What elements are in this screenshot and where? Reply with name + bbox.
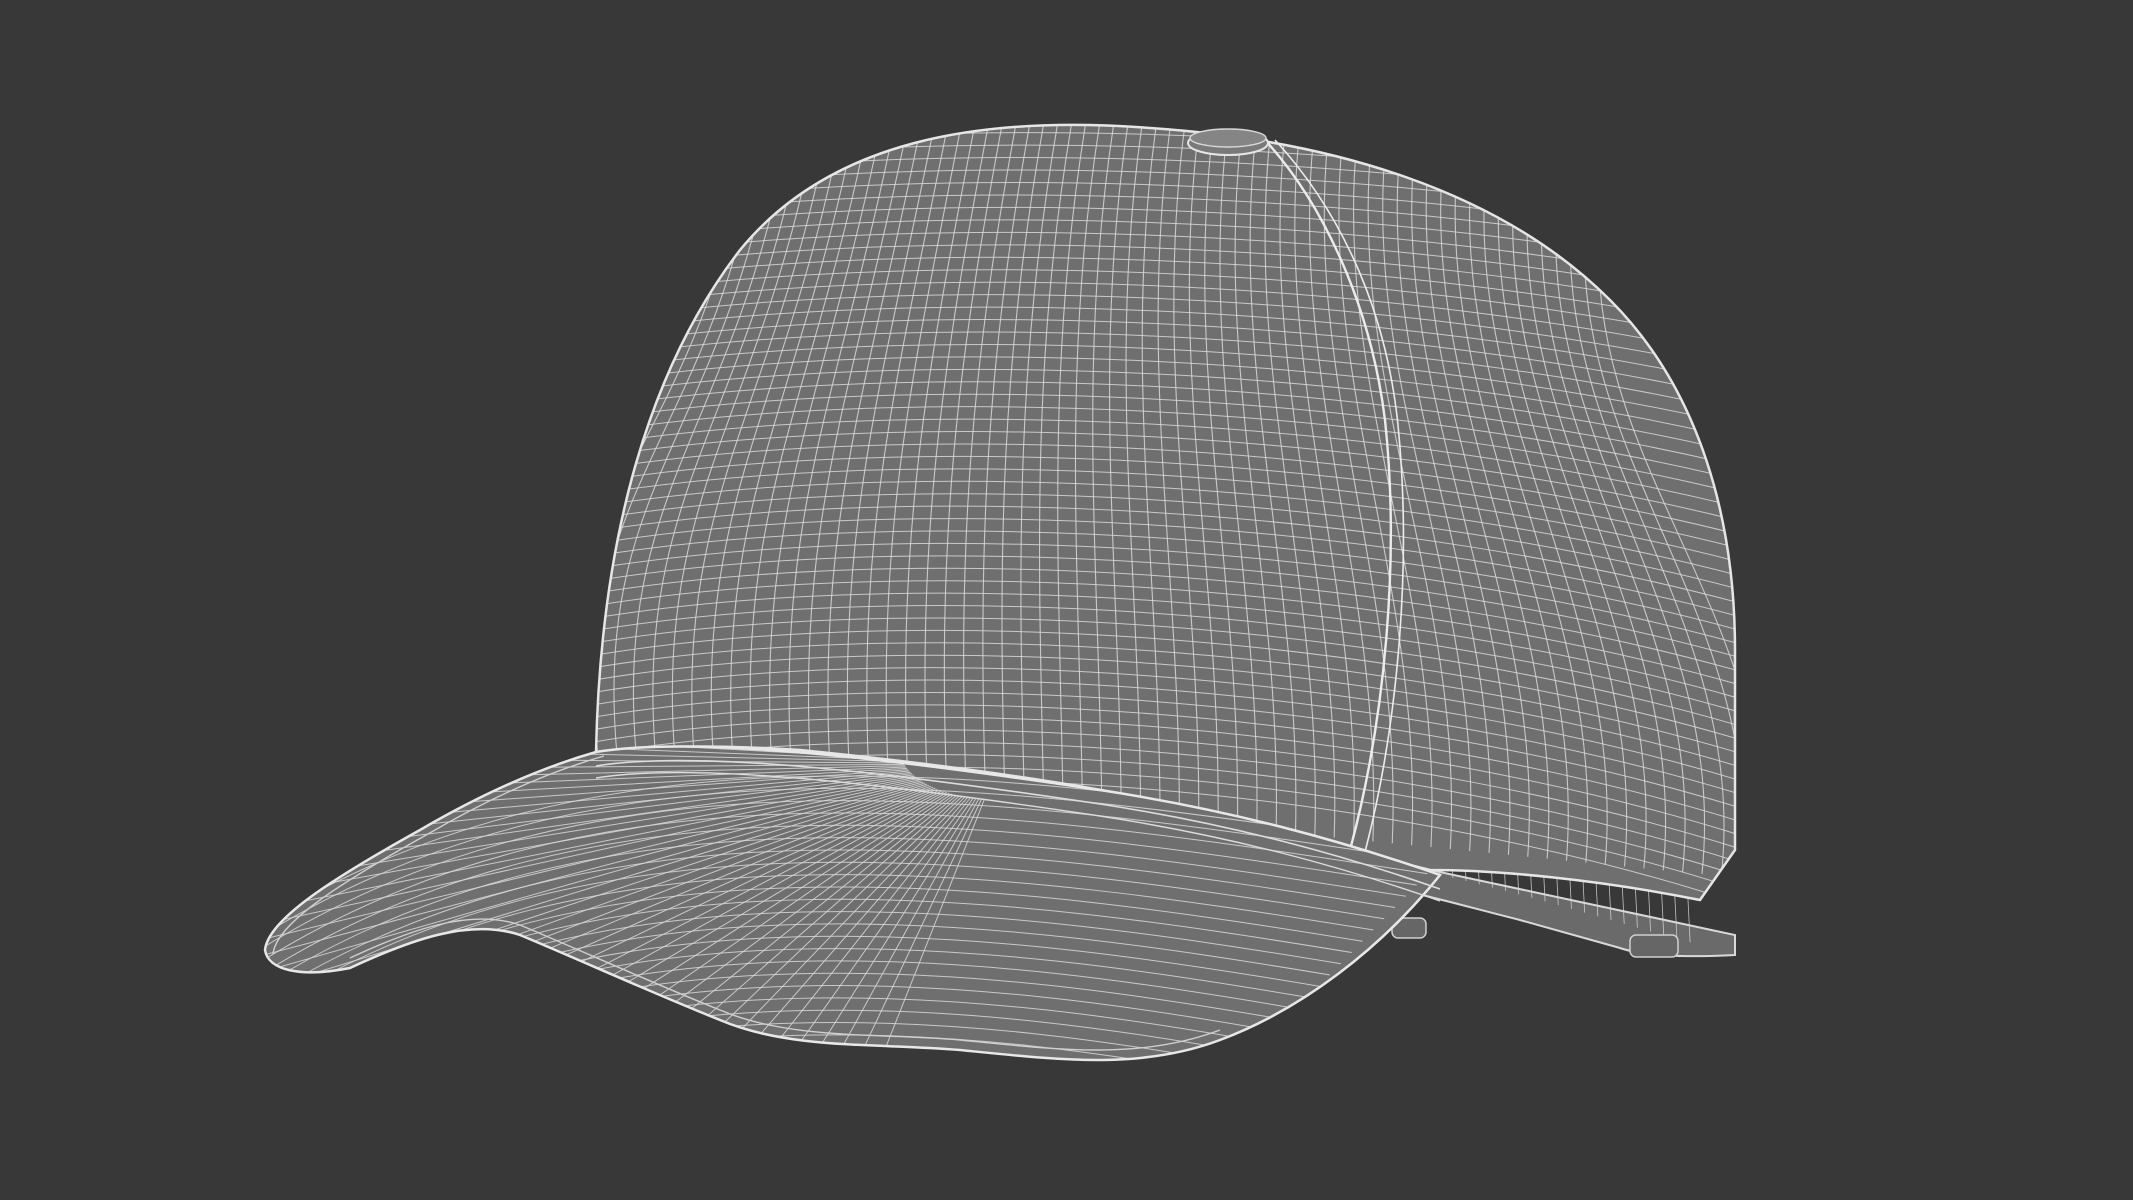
brim-ring xyxy=(299,1022,1244,1060)
3d-viewport[interactable] xyxy=(0,0,2133,1200)
wireframe-scene xyxy=(263,123,1743,1200)
top-button xyxy=(1187,128,1269,156)
inner-band-line xyxy=(1737,840,1743,960)
brim-ring xyxy=(307,1059,1211,1060)
brim-ring xyxy=(304,1046,1222,1060)
brim-ring xyxy=(310,1072,1200,1200)
